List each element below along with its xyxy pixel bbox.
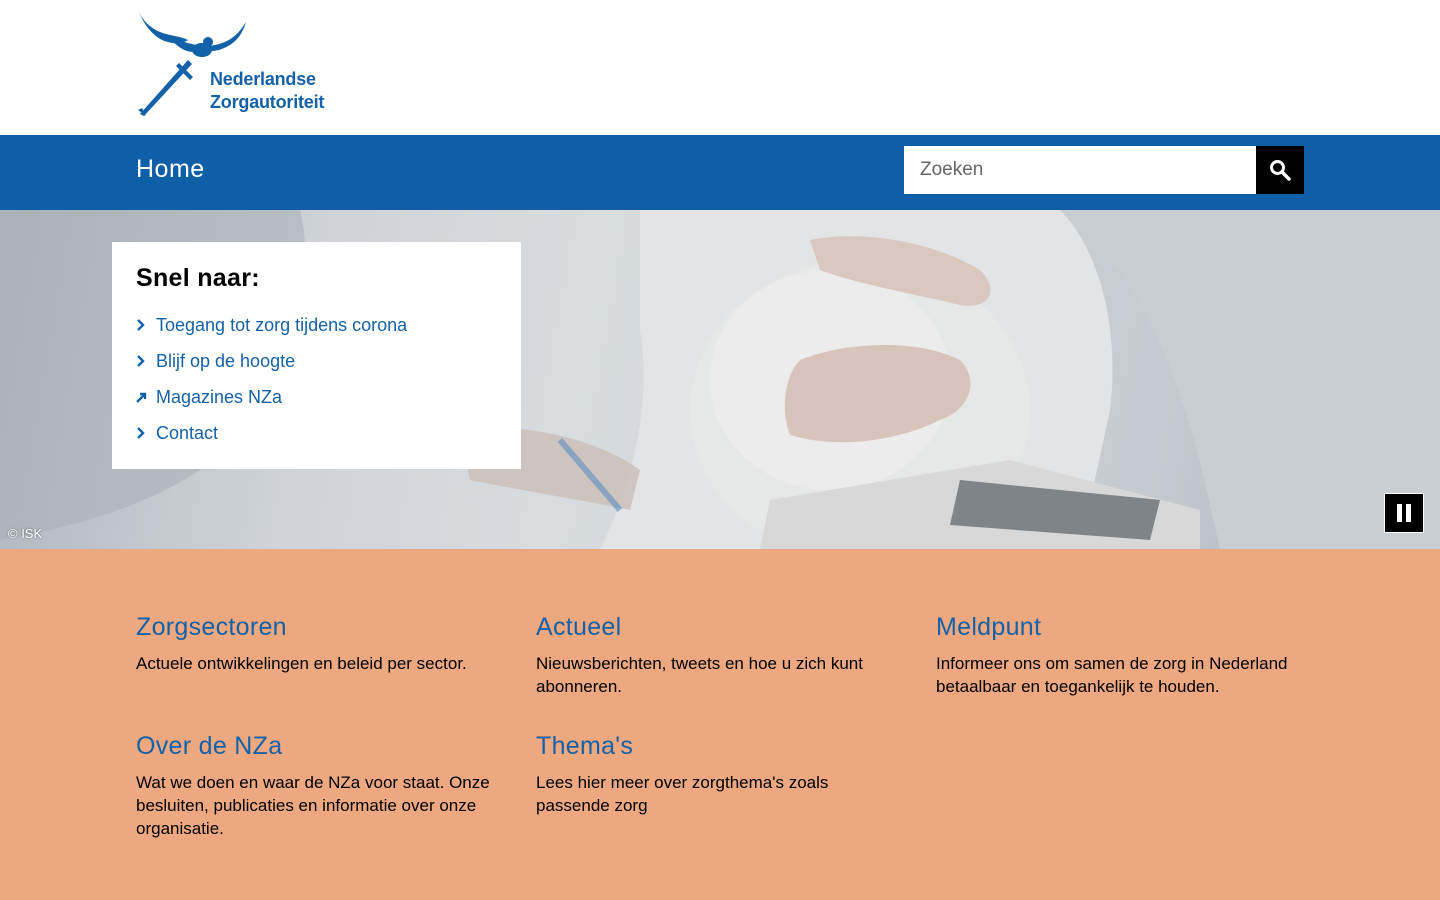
tile-description: Wat we doen en waar de NZa voor staat. O… <box>136 773 490 838</box>
tile-description: Informeer ons om samen de zorg in Nederl… <box>936 654 1288 696</box>
tile-description: Actuele ontwikkelingen en beleid per sec… <box>136 654 467 673</box>
tile-title-link[interactable]: Thema's <box>536 732 904 761</box>
chevron-right-icon <box>136 355 156 367</box>
quick-link-item: Blijf op de hoogte <box>136 343 497 379</box>
external-arrow-icon <box>136 392 156 403</box>
quick-link-magazines[interactable]: Magazines NZa <box>156 387 282 408</box>
tile-over-de-nza: Over de NZa Wat we doen en waar de NZa v… <box>136 732 504 840</box>
quick-link-item: Toegang tot zorg tijdens corona <box>136 307 497 343</box>
pause-icon-bar <box>1397 504 1402 522</box>
search-icon <box>1270 160 1291 181</box>
logo-line-1: Nederlandse <box>210 69 316 89</box>
hero-banner: Snel naar: Toegang tot zorg tijdens coro… <box>0 210 1440 549</box>
chevron-right-icon <box>136 319 156 331</box>
tile-themas: Thema's Lees hier meer over zorgthema's … <box>536 732 904 817</box>
logo-text: Nederlandse Zorgautoriteit <box>210 68 324 114</box>
tile-title-link[interactable]: Zorgsectoren <box>136 613 504 642</box>
logo-line-2: Zorgautoriteit <box>210 92 325 112</box>
main-navbar: Home <box>0 135 1440 210</box>
photo-credit: © ISK <box>8 526 43 541</box>
pause-icon-bar <box>1406 504 1411 522</box>
quick-link-item: Magazines NZa <box>136 379 497 415</box>
search-input[interactable] <box>904 146 1256 194</box>
quick-links-panel: Snel naar: Toegang tot zorg tijdens coro… <box>112 242 521 469</box>
nav-home-link[interactable]: Home <box>136 155 205 184</box>
site-header: Nederlandse Zorgautoriteit <box>0 0 1440 135</box>
tile-description: Lees hier meer over zorgthema's zoals pa… <box>536 773 829 815</box>
tile-title-link[interactable]: Actueel <box>536 613 904 642</box>
quick-link-contact[interactable]: Contact <box>156 423 218 444</box>
tile-actueel: Actueel Nieuwsberichten, tweets en hoe u… <box>536 613 904 698</box>
quick-links-list: Toegang tot zorg tijdens corona Blijf op… <box>136 307 497 451</box>
tile-meldpunt: Meldpunt Informeer ons om samen de zorg … <box>936 613 1304 698</box>
tile-zorgsectoren: Zorgsectoren Actuele ontwikkelingen en b… <box>136 613 504 675</box>
content-tiles: Zorgsectoren Actuele ontwikkelingen en b… <box>0 549 1440 900</box>
quick-link-corona[interactable]: Toegang tot zorg tijdens corona <box>156 315 407 336</box>
search-button[interactable] <box>1256 146 1304 194</box>
tile-title-link[interactable]: Meldpunt <box>936 613 1304 642</box>
tile-title-link[interactable]: Over de NZa <box>136 732 504 761</box>
tile-description: Nieuwsberichten, tweets en hoe u zich ku… <box>536 654 863 696</box>
nza-logo[interactable]: Nederlandse Zorgautoriteit <box>136 10 348 116</box>
pause-button[interactable] <box>1384 493 1424 533</box>
quick-link-stay-updated[interactable]: Blijf op de hoogte <box>156 351 295 372</box>
quick-links-title: Snel naar: <box>136 264 260 292</box>
quick-link-item: Contact <box>136 415 497 451</box>
chevron-right-icon <box>136 427 156 439</box>
